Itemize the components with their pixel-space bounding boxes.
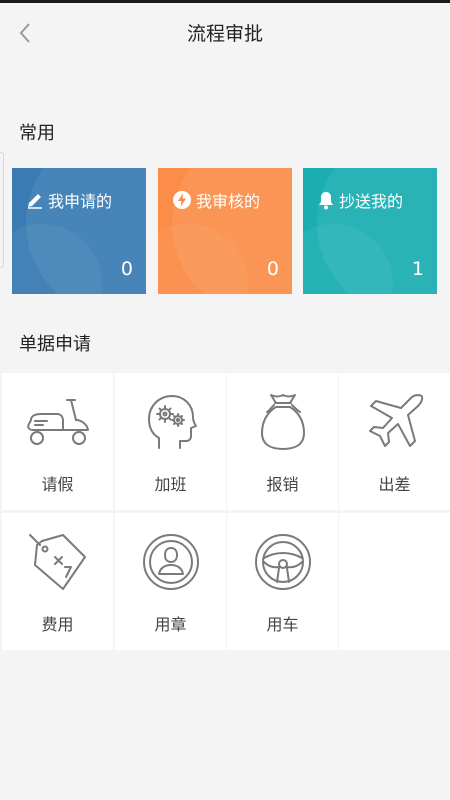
card-header: 我审核的 (172, 188, 260, 212)
form-item-business-trip[interactable]: 出差 (339, 373, 450, 510)
form-item-expense[interactable]: 费用 (2, 513, 113, 650)
card-count: 0 (266, 258, 279, 280)
card-label: 抄送我的 (339, 192, 404, 211)
forms-section-title: 单据申请 (19, 334, 91, 355)
form-item-label: 用章 (154, 615, 187, 634)
card-header: 我申请的 (26, 188, 112, 212)
scooter-icon (26, 399, 89, 445)
price-tag-icon (28, 534, 86, 590)
form-item-label: 报销 (266, 475, 299, 494)
money-bag-icon (260, 394, 305, 450)
form-item-label: 出差 (378, 475, 411, 494)
card-my-applications[interactable]: 我申请的 0 (12, 168, 146, 294)
form-item-reimbursement[interactable]: 报销 (227, 373, 338, 510)
form-item-label: 请假 (41, 475, 74, 494)
common-section-title: 常用 (19, 123, 55, 144)
card-count: 0 (120, 258, 133, 280)
airplane-icon (368, 394, 423, 447)
stamp-user-icon (142, 534, 199, 590)
app-header: 流程审批 (0, 3, 450, 63)
pencil-icon (28, 194, 42, 209)
card-my-reviews[interactable]: 我审核的 0 (158, 168, 292, 294)
form-item-seal[interactable]: 用章 (115, 513, 226, 650)
side-drawer-handle[interactable] (0, 152, 4, 268)
form-item-vehicle[interactable]: 用车 (227, 513, 338, 650)
card-cc-to-me[interactable]: 抄送我的 1 (303, 168, 437, 294)
bell-icon (319, 192, 333, 210)
card-label: 我审核的 (196, 192, 261, 211)
form-item-label: 用车 (266, 615, 299, 634)
page-title: 流程审批 (186, 23, 263, 45)
form-item-leave[interactable]: 请假 (2, 373, 113, 510)
form-item-label: 费用 (41, 615, 74, 634)
form-item-overtime[interactable]: 加班 (115, 373, 226, 510)
card-count: 1 (411, 258, 424, 280)
card-label: 我申请的 (48, 192, 113, 211)
head-gears-icon (147, 395, 197, 449)
form-item-label: 加班 (154, 475, 187, 494)
lightning-icon (173, 191, 191, 209)
steering-wheel-icon (254, 534, 311, 590)
grid-empty-cell (339, 513, 450, 650)
card-header: 抄送我的 (317, 188, 403, 212)
